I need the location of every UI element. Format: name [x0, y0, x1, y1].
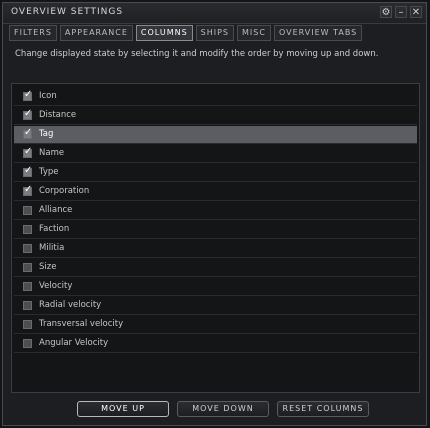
column-label: Tag [39, 129, 54, 139]
options-icon[interactable]: ⚙ [380, 6, 392, 18]
tab-overview-tabs[interactable]: OVERVIEW TABS [273, 25, 363, 41]
column-checkbox[interactable]: ✓ [23, 108, 33, 120]
checkmark-icon: ✓ [24, 165, 33, 176]
tab-appearance[interactable]: APPEARANCE [59, 25, 133, 41]
column-row-type[interactable]: ✓ Type [14, 164, 417, 182]
minimize-icon[interactable]: – [395, 6, 407, 18]
column-checkbox[interactable]: ✓ [23, 184, 33, 196]
checkmark-icon: ✓ [24, 127, 33, 138]
column-checkbox[interactable]: ✓ [23, 127, 33, 139]
tab-columns[interactable]: COLUMNS [135, 25, 193, 41]
tab-filters[interactable]: FILTERS [9, 25, 57, 41]
button-bar: MOVE UP MOVE DOWN RESET COLUMNS [77, 401, 369, 417]
checkmark-icon: ✓ [24, 89, 33, 100]
reset-columns-button[interactable]: RESET COLUMNS [277, 401, 369, 417]
column-row-tag[interactable]: ✓ Tag [14, 126, 417, 144]
column-label: Size [39, 262, 57, 272]
column-label: Distance [39, 110, 77, 120]
title-bar[interactable]: OVERVIEW SETTINGS ⚙ – ✕ [3, 3, 426, 24]
column-checkbox[interactable] [23, 320, 32, 329]
move-down-button[interactable]: MOVE DOWN [177, 401, 269, 417]
tab-bar: FILTERS APPEARANCE COLUMNS SHIPS MISC OVERVIE… [9, 25, 363, 41]
column-checkbox[interactable] [23, 339, 32, 348]
checkmark-icon: ✓ [24, 108, 33, 119]
column-checkbox[interactable]: ✓ [23, 89, 33, 101]
checkmark-icon: ✓ [24, 184, 33, 195]
column-checkbox[interactable] [23, 244, 32, 253]
tab-misc[interactable]: MISC [237, 25, 271, 41]
column-label: Velocity [39, 281, 73, 291]
column-row-radial-velocity[interactable]: Radial velocity [14, 297, 417, 315]
column-label: Alliance [39, 205, 73, 215]
column-label: Icon [39, 91, 57, 101]
column-row-faction[interactable]: Faction [14, 221, 417, 239]
column-checkbox[interactable] [23, 301, 32, 310]
overview-settings-window: OVERVIEW SETTINGS ⚙ – ✕ FILTERS APPEARANC… [2, 2, 427, 426]
column-row-corporation[interactable]: ✓ Corporation [14, 183, 417, 201]
column-checkbox[interactable] [23, 225, 32, 234]
column-checkbox[interactable] [23, 282, 32, 291]
move-up-button[interactable]: MOVE UP [77, 401, 169, 417]
column-row-name[interactable]: ✓ Name [14, 145, 417, 163]
column-checkbox[interactable]: ✓ [23, 146, 33, 158]
column-checkbox[interactable]: ✓ [23, 165, 33, 177]
column-row-size[interactable]: Size [14, 259, 417, 277]
close-icon[interactable]: ✕ [410, 6, 422, 18]
tab-ships[interactable]: SHIPS [195, 25, 235, 41]
column-row-transversal-velocity[interactable]: Transversal velocity [14, 316, 417, 334]
column-row-velocity[interactable]: Velocity [14, 278, 417, 296]
column-label: Militia [39, 243, 65, 253]
column-label: Angular Velocity [39, 338, 109, 348]
column-checkbox[interactable] [23, 206, 32, 215]
column-row-alliance[interactable]: Alliance [14, 202, 417, 220]
column-row-distance[interactable]: ✓ Distance [14, 107, 417, 125]
column-label: Faction [39, 224, 70, 234]
column-row-icon[interactable]: ✓ Icon [14, 88, 417, 106]
checkmark-icon: ✓ [24, 146, 33, 157]
columns-list[interactable]: ✓ Icon ✓ Distance ✓ Tag ✓ Name ✓ Type ✓ Corporation… [11, 83, 420, 393]
column-label: Corporation [39, 186, 90, 196]
column-row-militia[interactable]: Militia [14, 240, 417, 258]
window-title: OVERVIEW SETTINGS [11, 7, 124, 17]
column-label: Type [39, 167, 59, 177]
column-label: Name [39, 148, 65, 158]
column-row-angular-velocity[interactable]: Angular Velocity [14, 335, 417, 353]
window-controls: ⚙ – ✕ [380, 6, 422, 18]
column-label: Radial velocity [39, 300, 102, 310]
column-label: Transversal velocity [39, 319, 124, 329]
column-checkbox[interactable] [23, 263, 32, 272]
columns-description: Change displayed state by selecting it a… [15, 49, 379, 59]
